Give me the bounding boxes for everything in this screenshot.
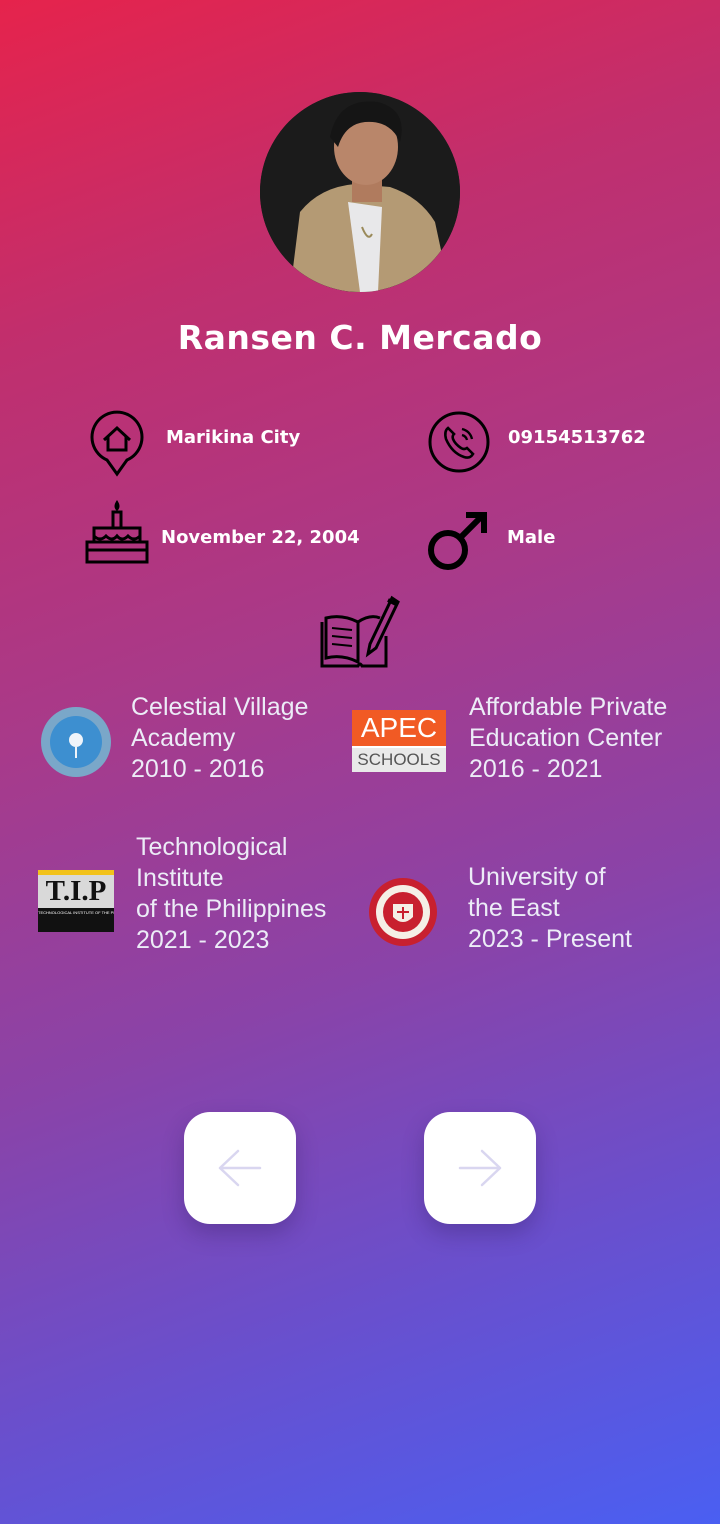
gender-text: Male <box>507 527 556 548</box>
school-name-line: Academy <box>131 724 236 752</box>
university-of-the-east-logo <box>368 877 438 947</box>
school-years: 2010 - 2016 <box>131 755 265 783</box>
avatar-image <box>260 92 460 292</box>
arrow-left-icon <box>218 1149 262 1187</box>
male-symbol-icon <box>426 510 490 576</box>
tip-logo-text: T.I.P <box>38 875 114 908</box>
home-pin-icon <box>90 410 144 482</box>
school-years: 2016 - 2021 <box>469 755 603 783</box>
celestial-village-academy-logo <box>40 706 112 778</box>
phone-text[interactable]: 09154513762 <box>508 427 646 448</box>
school-apec: Affordable Private Education Center 2016… <box>469 692 667 785</box>
school-celestial-village: Celestial Village Academy 2010 - 2016 <box>131 692 308 785</box>
address-text: Marikina City <box>166 427 301 448</box>
school-name-line: the East <box>468 894 560 922</box>
book-pencil-icon <box>318 592 402 676</box>
school-name-line: Institute <box>136 864 224 892</box>
profile-photo <box>260 92 460 292</box>
school-ue: University of the East 2023 - Present <box>468 862 632 955</box>
apec-schools-logo: APEC SCHOOLS <box>352 710 446 772</box>
tip-logo-subtext: TECHNOLOGICAL INSTITUTE OF THE PHILIPPIN… <box>38 910 114 915</box>
school-name-line: Education Center <box>469 724 663 752</box>
next-button[interactable] <box>424 1112 536 1224</box>
school-years: 2021 - 2023 <box>136 926 270 954</box>
school-name-line: of the Philippines <box>136 895 327 923</box>
birthday-text: November 22, 2004 <box>161 527 360 548</box>
profile-name: Ransen C. Mercado <box>177 318 543 357</box>
school-tip: Technological Institute of the Philippin… <box>136 832 326 956</box>
school-name-line: Celestial Village <box>131 693 309 721</box>
apec-logo-bottom: SCHOOLS <box>352 748 446 772</box>
apec-logo-top: APEC <box>352 710 446 746</box>
school-name-line: University of <box>468 863 606 891</box>
back-button[interactable] <box>184 1112 296 1224</box>
school-name-line: Affordable Private <box>469 693 668 721</box>
tip-logo: T.I.P TECHNOLOGICAL INSTITUTE OF THE PHI… <box>38 870 114 932</box>
phone-icon[interactable] <box>428 411 490 477</box>
school-name-line: Technological <box>136 833 288 861</box>
arrow-right-icon <box>458 1149 502 1187</box>
birthday-cake-icon <box>84 498 150 570</box>
school-years: 2023 - Present <box>468 925 632 953</box>
